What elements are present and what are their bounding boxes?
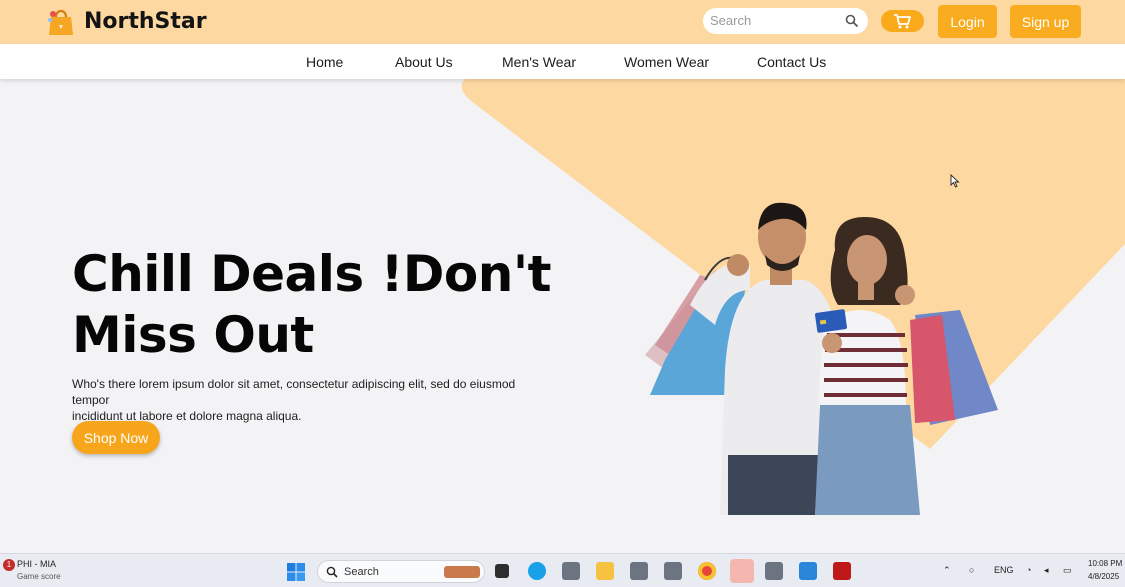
taskbar-search-icon: [326, 566, 338, 578]
taskbar-search-label: Search: [344, 566, 379, 578]
hero-description: Who's there lorem ipsum dolor sit amet, …: [72, 376, 552, 424]
widget-badge: 1: [3, 559, 15, 571]
cart-icon: [894, 14, 911, 29]
volume-icon[interactable]: ◂: [1044, 565, 1049, 576]
login-button[interactable]: Login: [938, 5, 997, 38]
widget-subtitle: Game score: [17, 572, 61, 581]
northstar-page: NorthStar Search Login Sign up Home Abou…: [0, 0, 1125, 587]
shopping-bag-logo-icon: [48, 9, 73, 35]
mouse-cursor-icon: [950, 174, 960, 188]
vscode-icon[interactable]: [799, 562, 817, 580]
nav-about-us[interactable]: About Us: [395, 54, 453, 70]
nav-home[interactable]: Home: [306, 54, 343, 70]
search-highlight-icon: [444, 566, 480, 578]
app-icon-2[interactable]: [630, 562, 648, 580]
windows-start-icon[interactable]: [287, 563, 305, 581]
search-icon[interactable]: [845, 14, 859, 28]
brand-name: NorthStar: [84, 8, 207, 34]
nav-women-wear[interactable]: Women Wear: [624, 54, 709, 70]
signup-button[interactable]: Sign up: [1010, 5, 1081, 38]
top-header: NorthStar Search Login Sign up: [0, 0, 1125, 44]
app-icon-3[interactable]: [664, 562, 682, 580]
hero-heading-line1: Chill Deals !Don't: [72, 245, 552, 303]
app-icon-1[interactable]: [562, 562, 580, 580]
search-input[interactable]: Search: [710, 13, 751, 28]
microphone-icon[interactable]: ○: [969, 565, 974, 575]
app-icon-4[interactable]: [765, 562, 783, 580]
tray-chevron-icon[interactable]: ⌃: [943, 565, 951, 576]
nav-contact-us[interactable]: Contact Us: [757, 54, 826, 70]
taskbar-time[interactable]: 10:08 PM: [1088, 559, 1122, 568]
shop-now-button[interactable]: Shop Now: [72, 421, 160, 454]
edge-icon[interactable]: [528, 562, 546, 580]
taskbar-date[interactable]: 4/8/2025: [1088, 572, 1119, 581]
widget-title[interactable]: PHI - MIA: [17, 559, 56, 569]
windows-taskbar: 1 PHI - MIA Game score Search ⌃ ○ ENG ◔ …: [0, 553, 1125, 587]
battery-icon[interactable]: ▭: [1063, 565, 1072, 576]
brand-logo[interactable]: NorthStar: [45, 5, 207, 37]
mcafee-icon[interactable]: [833, 562, 851, 580]
hero-heading-line2: Miss Out: [72, 306, 314, 364]
task-view-icon[interactable]: [495, 564, 509, 578]
chrome-profile-icon[interactable]: [730, 559, 754, 583]
hero-heading: Chill Deals !Don't Miss Out: [72, 244, 592, 366]
taskbar-search[interactable]: Search: [317, 560, 485, 583]
couple-shopping-image: [645, 202, 998, 515]
file-explorer-icon[interactable]: [596, 562, 614, 580]
search-box[interactable]: Search: [703, 8, 868, 34]
cart-button[interactable]: [881, 10, 924, 32]
wifi-icon[interactable]: ◔: [1026, 565, 1031, 575]
language-indicator[interactable]: ENG: [994, 565, 1014, 575]
main-nav: Home About Us Men's Wear Women Wear Cont…: [0, 44, 1125, 79]
hero-description-line1: Who's there lorem ipsum dolor sit amet, …: [72, 377, 516, 407]
chrome-icon[interactable]: [698, 562, 716, 580]
nav-mens-wear[interactable]: Men's Wear: [502, 54, 576, 70]
